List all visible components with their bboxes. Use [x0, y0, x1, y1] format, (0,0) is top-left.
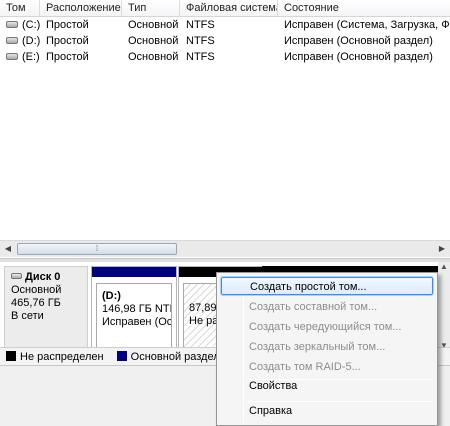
drive-icon: [6, 52, 18, 60]
table-row[interactable]: (D:) Простой Основной NTFS Исправен (Осн…: [0, 33, 450, 49]
column-header-volume[interactable]: Том: [0, 0, 40, 17]
drive-icon: [6, 36, 18, 44]
volume-list: Том Расположение Тип Файловая система Со…: [0, 0, 450, 258]
volume-type: Основной: [128, 35, 179, 47]
volume-layout: Простой: [46, 51, 89, 63]
volume-status: Исправен (Основной раздел): [284, 35, 433, 47]
disk-icon: [11, 273, 22, 280]
volume-filesystem: NTFS: [186, 51, 215, 63]
volume-status: Исправен (Система, Загрузка, Фай...: [284, 19, 450, 31]
volume-layout: Простой: [46, 19, 89, 31]
column-header-status[interactable]: Состояние: [278, 0, 450, 17]
volume-layout: Простой: [46, 35, 89, 47]
volume-name: (E:): [22, 51, 40, 63]
scroll-right-icon[interactable]: ▶: [435, 243, 449, 255]
legend-label-primary: Основной раздел: [130, 351, 220, 363]
drive-icon: [6, 20, 18, 28]
list-header: Том Расположение Тип Файловая система Со…: [0, 0, 450, 17]
disk-info-panel[interactable]: Диск 0 Основной 465,76 ГБ В сети: [4, 266, 88, 360]
scroll-left-icon[interactable]: ◀: [1, 243, 15, 255]
volume-filesystem: NTFS: [186, 35, 215, 47]
table-row[interactable]: (E:) Простой Основной NTFS Исправен (Осн…: [0, 49, 450, 65]
column-header-filesystem[interactable]: Файловая система: [180, 0, 278, 17]
menu-item-new-raid5-volume[interactable]: Создать том RAID-5...: [220, 357, 434, 377]
volume-filesystem: NTFS: [186, 19, 215, 31]
legend-label-unallocated: Не распределен: [20, 351, 104, 363]
legend-swatch-unallocated: [6, 351, 16, 362]
volume-name: (D:): [22, 35, 41, 47]
context-menu: Создать простой том... Создать составной…: [216, 272, 438, 426]
partition-d[interactable]: (D:) 146,98 ГБ NTFS Исправен (Осно: [91, 266, 177, 360]
menu-item-new-striped-volume[interactable]: Создать чередующийся том...: [220, 317, 434, 337]
table-row[interactable]: (C:) Простой Основной NTFS Исправен (Сис…: [0, 17, 450, 33]
menu-item-new-simple-volume[interactable]: Создать простой том...: [220, 276, 434, 296]
volume-type: Основной: [128, 19, 179, 31]
horizontal-scrollbar[interactable]: ◀ ⁞ ▶: [0, 240, 450, 257]
partition-name: (D:): [102, 290, 121, 302]
disk-title: Диск 0: [25, 271, 61, 283]
disk-size: 465,76 ГБ: [11, 297, 61, 309]
menu-item-new-mirrored-volume[interactable]: Создать зеркальный том...: [220, 337, 434, 357]
vertical-scrollbar[interactable]: ▲ ▼: [438, 262, 450, 350]
column-header-layout[interactable]: Расположение: [40, 0, 122, 17]
disk-type: Основной: [11, 284, 62, 296]
volume-status: Исправен (Основной раздел): [284, 51, 433, 63]
partition-status: Исправен (Осно: [102, 316, 172, 328]
menu-item-new-spanned-volume[interactable]: Создать составной том...: [220, 297, 434, 317]
scroll-up-icon[interactable]: ▲: [438, 262, 450, 271]
volume-name: (C:): [22, 19, 41, 31]
legend-swatch-primary: [116, 351, 127, 362]
column-header-type[interactable]: Тип: [122, 0, 180, 17]
grip-icon: ⁞: [95, 244, 99, 253]
menu-item-properties[interactable]: Свойства: [220, 376, 434, 396]
scrollbar-thumb[interactable]: ⁞: [17, 243, 177, 255]
disk-state: В сети: [11, 310, 44, 322]
volume-type: Основной: [128, 51, 179, 63]
menu-item-help[interactable]: Справка: [220, 401, 434, 421]
partition-size: 146,98 ГБ NTFS: [102, 303, 171, 315]
partition-type-bar: [92, 267, 176, 277]
